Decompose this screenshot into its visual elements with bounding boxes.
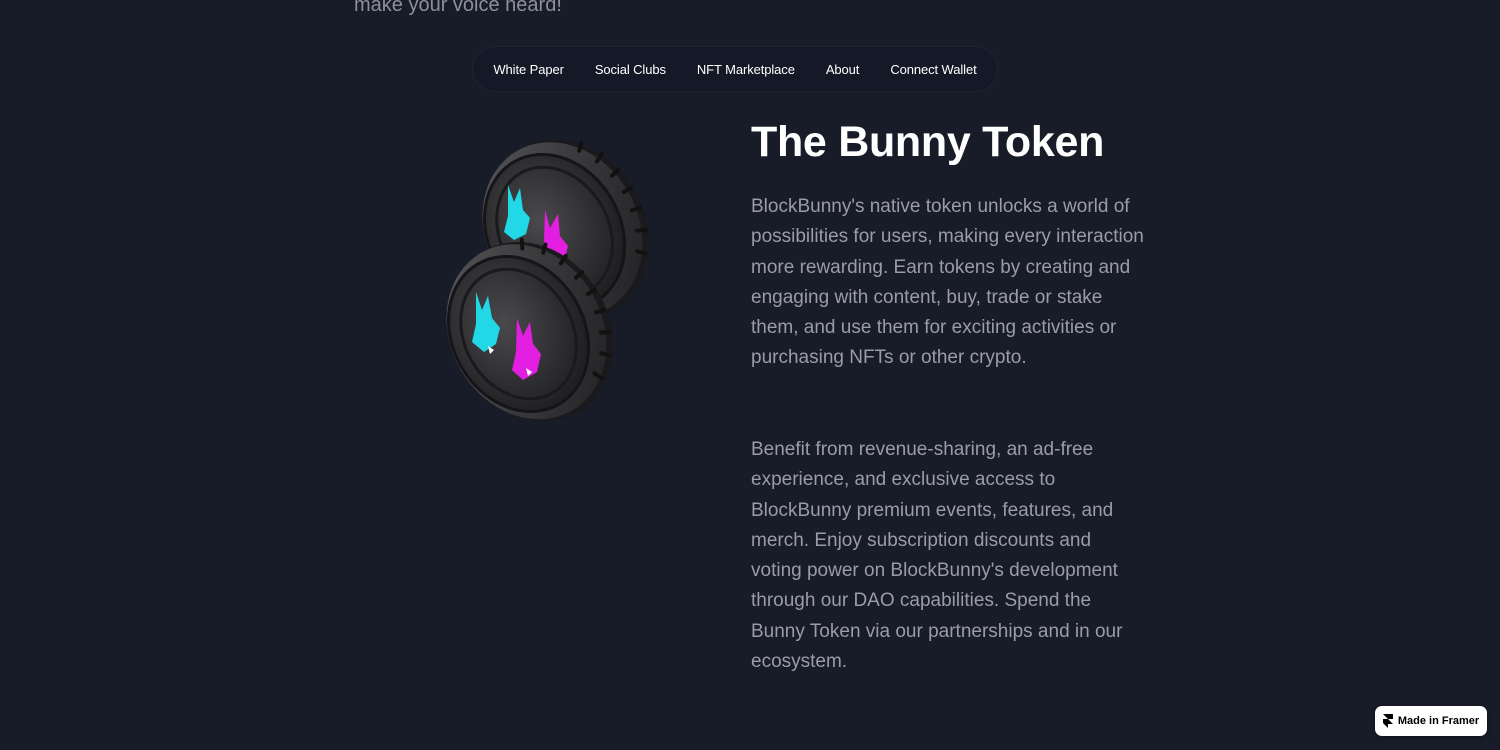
page: make your voice heard! White Paper Socia… [0,0,1500,750]
made-in-framer-badge[interactable]: Made in Framer [1375,706,1487,736]
token-description-paragraph-1: BlockBunny's native token unlocks a worl… [751,196,1144,369]
main-nav: White Paper Social Clubs NFT Marketplace… [472,46,998,92]
nav-item-white-paper[interactable]: White Paper [478,62,579,77]
bunny-token-coins-image [446,139,649,421]
nav-item-connect-wallet[interactable]: Connect Wallet [875,62,992,77]
nav-item-about[interactable]: About [810,62,874,77]
hero-tagline-fragment: make your voice heard! [354,0,562,16]
nav-item-nft-marketplace[interactable]: NFT Marketplace [681,62,810,77]
framer-badge-label: Made in Framer [1397,715,1480,727]
section-title: The Bunny Token [751,118,1105,166]
nav-item-social-clubs[interactable]: Social Clubs [579,62,681,77]
token-description-paragraph-2: Benefit from revenue-sharing, an ad-free… [751,439,1123,673]
framer-logo-icon [1382,714,1393,728]
